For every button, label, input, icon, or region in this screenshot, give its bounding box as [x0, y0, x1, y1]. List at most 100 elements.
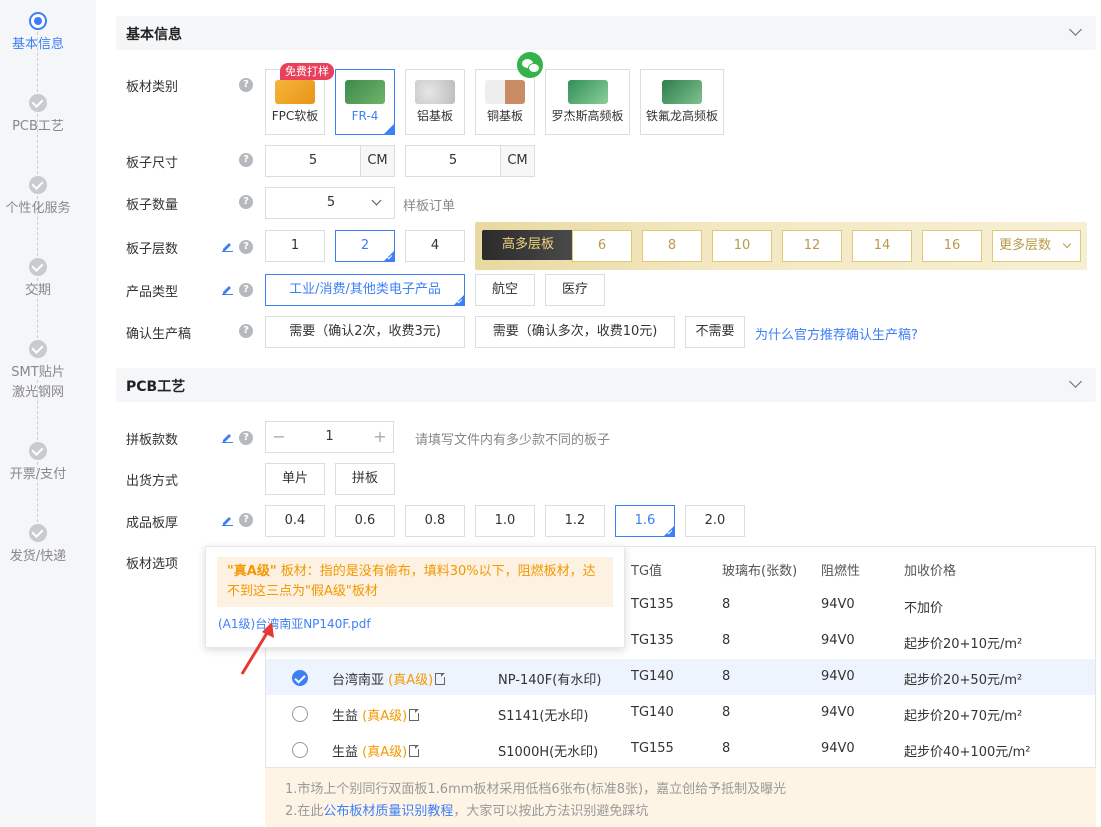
shipping-label: 出货方式 — [126, 474, 179, 489]
glass-cell: 8 — [722, 669, 731, 684]
layer-option-10[interactable]: 10 — [712, 230, 772, 262]
thickness-option-selected[interactable]: 1.6 — [615, 505, 675, 537]
step-invoice-payment[interactable]: 开票/支付 — [0, 442, 76, 485]
help-icon[interactable]: ? — [239, 324, 253, 338]
help-icon[interactable]: ? — [239, 431, 253, 445]
thickness-option[interactable]: 0.4 — [265, 505, 325, 537]
thickness-option[interactable]: 0.8 — [405, 505, 465, 537]
layer-option-4[interactable]: 4 — [405, 230, 465, 262]
step-delivery-time[interactable]: 交期 — [0, 258, 76, 301]
help-icon[interactable]: ? — [239, 240, 253, 254]
more-layers-select[interactable]: 更多层数 — [992, 230, 1081, 262]
product-option-industrial[interactable]: 工业/消费/其他类电子产品 — [265, 274, 465, 306]
confirm-why-link[interactable]: 为什么官方推荐确认生产稿? — [755, 324, 918, 343]
help-icon[interactable]: ? — [239, 153, 253, 167]
help-icon[interactable]: ? — [239, 513, 253, 527]
thickness-option[interactable]: 0.6 — [335, 505, 395, 537]
thickness-option[interactable]: 1.2 — [545, 505, 605, 537]
radio-checked[interactable] — [292, 670, 308, 686]
confirm-option-multi[interactable]: 需要（确认多次，收费10元) — [475, 316, 675, 348]
step-personal-service[interactable]: 个性化服务 — [0, 176, 76, 219]
plus-button[interactable]: + — [367, 422, 393, 452]
width-field[interactable]: 5 CM — [265, 145, 395, 177]
confirm-option-none[interactable]: 不需要 — [685, 316, 745, 348]
brand-cell: 生益 (真A级) — [332, 705, 420, 724]
qty-hint: 样板订单 — [403, 199, 456, 214]
step-label: 开票/支付 — [9, 467, 67, 482]
flame-cell: 94V0 — [821, 597, 855, 612]
height-value: 5 — [448, 153, 458, 168]
size-label: 板子尺寸 — [126, 156, 179, 171]
thickness-option[interactable]: 1.0 — [475, 505, 535, 537]
brand-cell: 生益 (真A级) — [332, 741, 420, 760]
tooltip-warning-bold: "真A级" — [227, 564, 277, 579]
shipping-option-panel[interactable]: 拼板 — [335, 463, 395, 495]
layer-option-2[interactable]: 2 — [335, 230, 395, 262]
wechat-icon[interactable] — [517, 52, 543, 78]
product-option-aviation[interactable]: 航空 — [475, 274, 535, 306]
material-option-rogers[interactable]: 罗杰斯高频板 — [545, 69, 630, 135]
step-basic-info[interactable]: 基本信息 — [0, 12, 76, 55]
chevron-down-icon[interactable] — [1069, 23, 1082, 36]
table-header-tg: TG值 — [631, 564, 663, 579]
step-shipping[interactable]: 发货/快递 — [0, 524, 76, 567]
step-active-icon — [29, 12, 47, 30]
table-row[interactable]: 生益 (真A级) S1141(无水印) TG140 8 94V0 起步价20+7… — [266, 695, 1095, 731]
qty-select[interactable]: 5 — [265, 187, 395, 219]
table-row-selected[interactable]: 台湾南亚 (真A级) NP-140F(有水印) TG140 8 94V0 起步价… — [266, 659, 1095, 695]
check-icon — [29, 442, 47, 460]
chevron-down-icon[interactable] — [1069, 375, 1082, 388]
shipping-option-single[interactable]: 单片 — [265, 463, 325, 495]
radio-unchecked[interactable] — [292, 706, 308, 722]
table-header-price: 加收价格 — [904, 564, 957, 579]
step-label: 基本信息 — [11, 37, 64, 52]
panel-count-label: 拼板款数 — [126, 433, 179, 448]
quality-tutorial-link[interactable]: 公布板材质量识别教程 — [323, 804, 453, 819]
layer-option-14[interactable]: 14 — [852, 230, 912, 262]
glass-cell: 8 — [722, 633, 731, 648]
glass-cell: 8 — [722, 705, 731, 720]
thickness-option[interactable]: 2.0 — [685, 505, 745, 537]
material-option-fr4[interactable]: FR-4 — [335, 69, 395, 135]
layer-option-16[interactable]: 16 — [922, 230, 982, 262]
step-label: 个性化服务 — [5, 201, 71, 216]
step-pcb-process[interactable]: PCB工艺 — [0, 94, 76, 137]
glass-cell: 8 — [722, 741, 731, 756]
notice-line2: 2.在此公布板材质量识别教程，大家可以按此方法识别避免踩坑 — [285, 804, 649, 819]
material-option-teflon[interactable]: 铁氟龙高频板 — [640, 69, 724, 135]
table-row[interactable]: 生益 (真A级) S1000H(无水印) TG155 8 94V0 起步价40+… — [266, 731, 1095, 767]
step-label: PCB工艺 — [12, 119, 64, 134]
step-smt-stencil[interactable]: SMT贴片 激光钢网 — [0, 340, 76, 403]
material-option-aluminum[interactable]: 铝基板 — [405, 69, 465, 135]
price-cell: 起步价20+50元/m² — [904, 673, 1023, 688]
flame-cell: 94V0 — [821, 669, 855, 684]
pdf-icon — [435, 673, 446, 685]
panel-count-stepper[interactable]: − 1 + — [265, 421, 394, 453]
table-header-glass: 玻璃布(张数) — [722, 564, 798, 579]
layer-option-8[interactable]: 8 — [642, 230, 702, 262]
order-page: 基本信息 PCB工艺 个性化服务 交期 SMT贴片 激光钢网 开票/支付 发货/快… — [0, 0, 1101, 827]
section-pcb-process[interactable]: PCB工艺 — [116, 368, 1096, 402]
layer-option-6[interactable]: 6 — [572, 230, 632, 262]
rogers-image — [567, 80, 608, 104]
check-icon — [29, 94, 47, 112]
radio-unchecked[interactable] — [292, 742, 308, 758]
layer-option-1[interactable]: 1 — [265, 230, 325, 262]
material-option-copper[interactable]: 铜基板 — [475, 69, 535, 135]
pen-icon — [222, 517, 233, 526]
confirm-option-twice[interactable]: 需要（确认2次，收费3元) — [265, 316, 465, 348]
help-icon[interactable]: ? — [239, 78, 253, 92]
more-layers-label: 更多层数 — [999, 238, 1052, 253]
brand-cell: 台湾南亚 (真A级) — [332, 669, 446, 688]
help-icon[interactable]: ? — [239, 195, 253, 209]
help-icon[interactable]: ? — [239, 283, 253, 297]
panel-count-value[interactable]: 1 — [292, 422, 367, 452]
minus-button[interactable]: − — [266, 422, 292, 452]
section-basic-info[interactable]: 基本信息 — [116, 16, 1096, 50]
flame-cell: 94V0 — [821, 705, 855, 720]
height-field[interactable]: 5 CM — [405, 145, 535, 177]
tooltip-warning: "真A级" 板材：指的是没有偷布，填料30%以下，阻燃板材，达不到这三点为"假A… — [217, 557, 613, 607]
product-option-medical[interactable]: 医疗 — [545, 274, 605, 306]
price-cell: 不加价 — [904, 601, 944, 616]
layer-option-12[interactable]: 12 — [782, 230, 842, 262]
